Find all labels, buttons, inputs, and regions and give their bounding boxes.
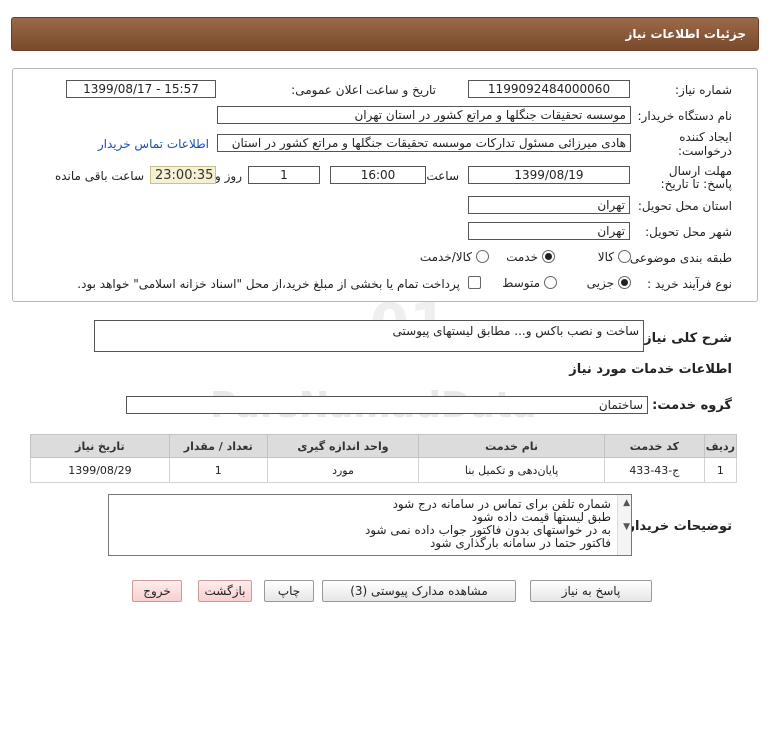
need-number-label: شماره نیاز: bbox=[675, 83, 732, 97]
services-section-title: اطلاعات خدمات مورد نیاز bbox=[569, 362, 732, 377]
col-unit: واحد اندازه گیری bbox=[266, 434, 420, 458]
service-group-field: ساختمان bbox=[126, 396, 648, 414]
announce-label: تاریخ و ساعت اعلان عمومی: bbox=[291, 83, 436, 97]
col-code: کد خدمت bbox=[603, 434, 705, 458]
deadline-label: مهلت ارسال پاسخ: تا تاریخ: bbox=[660, 164, 732, 191]
category-radio-service[interactable] bbox=[542, 250, 555, 263]
process-option-minor: جزیی bbox=[586, 276, 614, 290]
scroll-down-icon[interactable]: ▼ bbox=[623, 521, 630, 534]
cell-qty: 1 bbox=[168, 457, 268, 483]
days-field: 1 bbox=[248, 166, 320, 184]
attachments-button[interactable]: مشاهده مدارک پیوستی (3) bbox=[322, 580, 516, 602]
city-label: شهر محل تحویل: bbox=[645, 225, 732, 239]
col-name: نام خدمت bbox=[418, 434, 605, 458]
buyer-org-label: نام دستگاه خریدار: bbox=[637, 109, 733, 123]
deadline-time-field: 16:00 bbox=[330, 166, 426, 184]
col-date: تاریخ نیاز bbox=[30, 434, 170, 458]
reply-button[interactable]: پاسخ به نیاز bbox=[530, 580, 652, 602]
treasury-payment-checkbox[interactable] bbox=[468, 276, 481, 289]
notes-scrollbar[interactable]: ▲ ▼ bbox=[617, 495, 631, 555]
scroll-up-icon[interactable]: ▲ bbox=[623, 497, 630, 510]
table-header-row: ردیف کد خدمت نام خدمت واحد اندازه گیری ت… bbox=[30, 434, 738, 458]
remaining-label: ساعت باقی مانده bbox=[54, 169, 144, 183]
process-label: نوع فرآیند خرید : bbox=[647, 277, 732, 291]
back-button[interactable]: بازگشت bbox=[198, 580, 252, 602]
process-radio-medium[interactable] bbox=[544, 276, 557, 289]
buyer-notes-label: توضیحات خریدار: bbox=[622, 519, 732, 534]
category-option-goods: کالا bbox=[597, 250, 614, 264]
service-group-label: گروه خدمت: bbox=[652, 398, 732, 413]
note-line: فاکتور حتما در سامانه بارگذاری شود bbox=[429, 536, 611, 550]
table-row: 1 ج-43-433 پایان‌دهی و تکمیل بنا مورد 1 … bbox=[30, 457, 738, 483]
remaining-time-field: 23:00:35 bbox=[150, 166, 216, 184]
cell-code: ج-43-433 bbox=[603, 457, 705, 483]
page-header: جزئیات اطلاعات نیاز bbox=[11, 17, 759, 51]
col-row: ردیف bbox=[703, 434, 738, 458]
days-label: روز و bbox=[215, 169, 242, 183]
description-field: ساخت و نصب باکس و... مطابق لیستهای پیوست… bbox=[94, 320, 644, 352]
category-option-service: خدمت bbox=[506, 250, 538, 264]
city-field: تهران bbox=[468, 222, 630, 240]
buyer-org-field: موسسه تحقیقات جنگلها و مراتع کشور در است… bbox=[217, 106, 631, 124]
cell-unit: مورد bbox=[266, 457, 420, 483]
cell-name: پایان‌دهی و تکمیل بنا bbox=[418, 457, 605, 483]
province-label: استان محل تحویل: bbox=[637, 199, 732, 213]
process-radio-minor[interactable] bbox=[618, 276, 631, 289]
announce-field: 1399/08/17 - 15:57 bbox=[66, 80, 216, 98]
cell-row: 1 bbox=[703, 457, 738, 483]
col-qty: تعداد / مقدار bbox=[168, 434, 268, 458]
contact-buyer-link[interactable]: اطلاعات تماس خریدار bbox=[98, 137, 209, 151]
category-option-goods-service: کالا/خدمت bbox=[419, 250, 472, 264]
deadline-date-field: 1399/08/19 bbox=[468, 166, 630, 184]
process-option-medium: متوسط bbox=[502, 276, 540, 290]
print-button[interactable]: چاپ bbox=[264, 580, 314, 602]
category-radio-goods-service[interactable] bbox=[476, 250, 489, 263]
services-table: ردیف کد خدمت نام خدمت واحد اندازه گیری ت… bbox=[30, 434, 738, 483]
buyer-notes-box[interactable]: شماره تلفن برای تماس در سامانه درج شود ط… bbox=[108, 494, 632, 556]
need-number-field: 1199092484000060 bbox=[468, 80, 630, 98]
deadline-time-label: ساعت bbox=[426, 169, 459, 183]
category-radio-goods[interactable] bbox=[618, 250, 631, 263]
requester-label: ایجاد کننده درخواست: bbox=[678, 130, 732, 158]
province-field: تهران bbox=[468, 196, 630, 214]
requester-field: هادی میرزائی مسئول تدارکات موسسه تحقیقات… bbox=[217, 134, 631, 152]
cell-date: 1399/08/29 bbox=[30, 457, 170, 483]
exit-button[interactable]: خروج bbox=[132, 580, 182, 602]
treasury-payment-note: پرداخت تمام یا بخشی از مبلغ خرید،از محل … bbox=[77, 277, 460, 291]
description-label: شرح کلی نیاز: bbox=[638, 331, 732, 346]
category-label: طبقه بندی موضوعی: bbox=[625, 251, 732, 265]
